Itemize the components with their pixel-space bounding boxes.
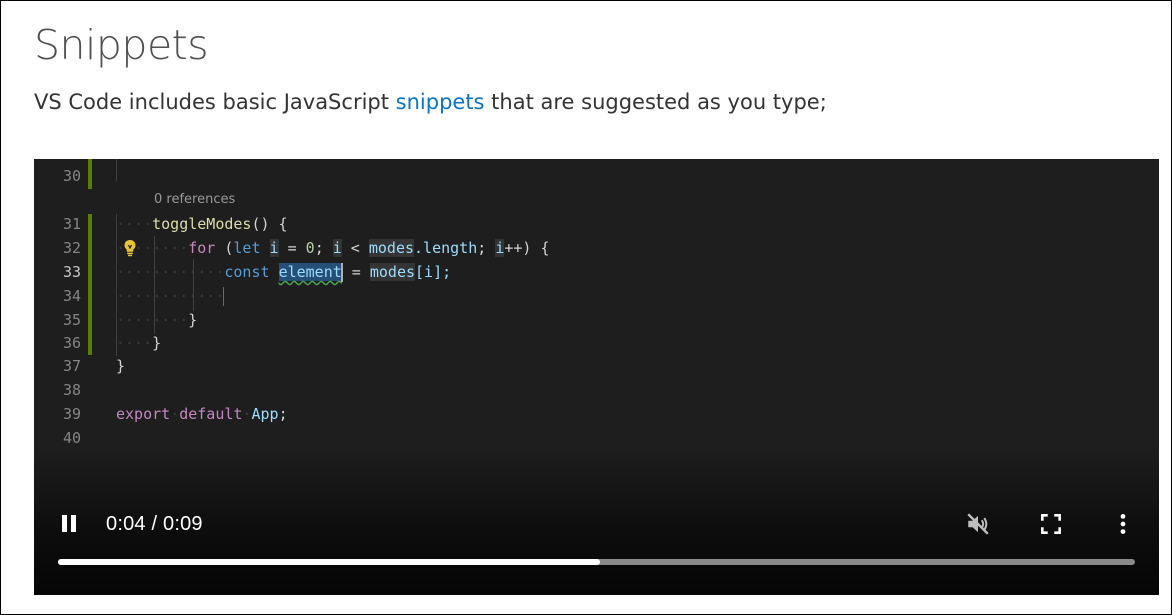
code-line: 33 ············const element = modes[i];: [34, 261, 1159, 283]
code-text: ············: [116, 287, 225, 306]
snippets-link[interactable]: snippets: [396, 90, 485, 114]
selected-identifier: element: [278, 263, 342, 281]
intro-text-before: VS Code includes basic JavaScript: [34, 90, 396, 114]
code-text: }: [116, 357, 126, 375]
code-text: ············const element = modes[i];: [116, 263, 452, 282]
line-number: 33: [62, 263, 81, 281]
code-line: 32 ········for (let i = 0; i < modes.len…: [34, 237, 1159, 259]
line-number: 34: [62, 287, 81, 305]
code-line: 36 ····}: [34, 332, 1159, 354]
fullscreen-icon[interactable]: [1038, 511, 1064, 537]
more-vertical-icon[interactable]: [1110, 511, 1136, 537]
page-title: Snippets: [34, 21, 209, 69]
progress-bar[interactable]: [58, 559, 1135, 565]
progress-fill: [58, 559, 600, 565]
code-line: 38: [34, 379, 1159, 401]
code-line: 31 ····toggleModes() {: [34, 213, 1159, 235]
line-number: 37: [62, 357, 81, 375]
line-number: 39: [62, 405, 81, 423]
code-text: ····toggleModes() {: [116, 215, 288, 233]
intro-text-after: that are suggested as you type;: [484, 90, 827, 114]
codelens-references[interactable]: 0 references: [154, 192, 235, 207]
pause-button[interactable]: [60, 513, 80, 535]
code-text: export·default·App;: [116, 405, 288, 423]
code-line: 35 ········}: [34, 309, 1159, 331]
pause-icon: [62, 515, 67, 532]
code-line: 30: [34, 165, 1159, 187]
ghost-cursor: [223, 287, 225, 306]
line-number: 36: [62, 334, 81, 352]
line-number: 35: [62, 311, 81, 329]
line-number: 38: [62, 381, 81, 399]
code-text: ····}: [116, 334, 162, 352]
intro-paragraph: VS Code includes basic JavaScript snippe…: [34, 90, 827, 114]
line-number: 31: [62, 215, 81, 233]
video-player[interactable]: 30 0 references 31 ····toggleModes() { 3…: [34, 159, 1159, 595]
code-text: ········for (let i = 0; i < modes.length…: [116, 239, 550, 257]
time-display: 0:04 / 0:09: [106, 513, 203, 535]
player-controls: 0:04 / 0:09: [34, 499, 1159, 559]
muted-speaker-icon[interactable]: [965, 511, 991, 537]
code-line: 34 ············: [34, 285, 1159, 307]
lightbulb-icon[interactable]: [122, 239, 138, 257]
line-number: 30: [62, 167, 81, 185]
line-number: 32: [62, 239, 81, 257]
code-line: 39 export·default·App;: [34, 403, 1159, 425]
code-text: ········}: [116, 311, 198, 329]
code-line: 37 }: [34, 355, 1159, 377]
page-frame: Snippets VS Code includes basic JavaScri…: [0, 0, 1172, 615]
